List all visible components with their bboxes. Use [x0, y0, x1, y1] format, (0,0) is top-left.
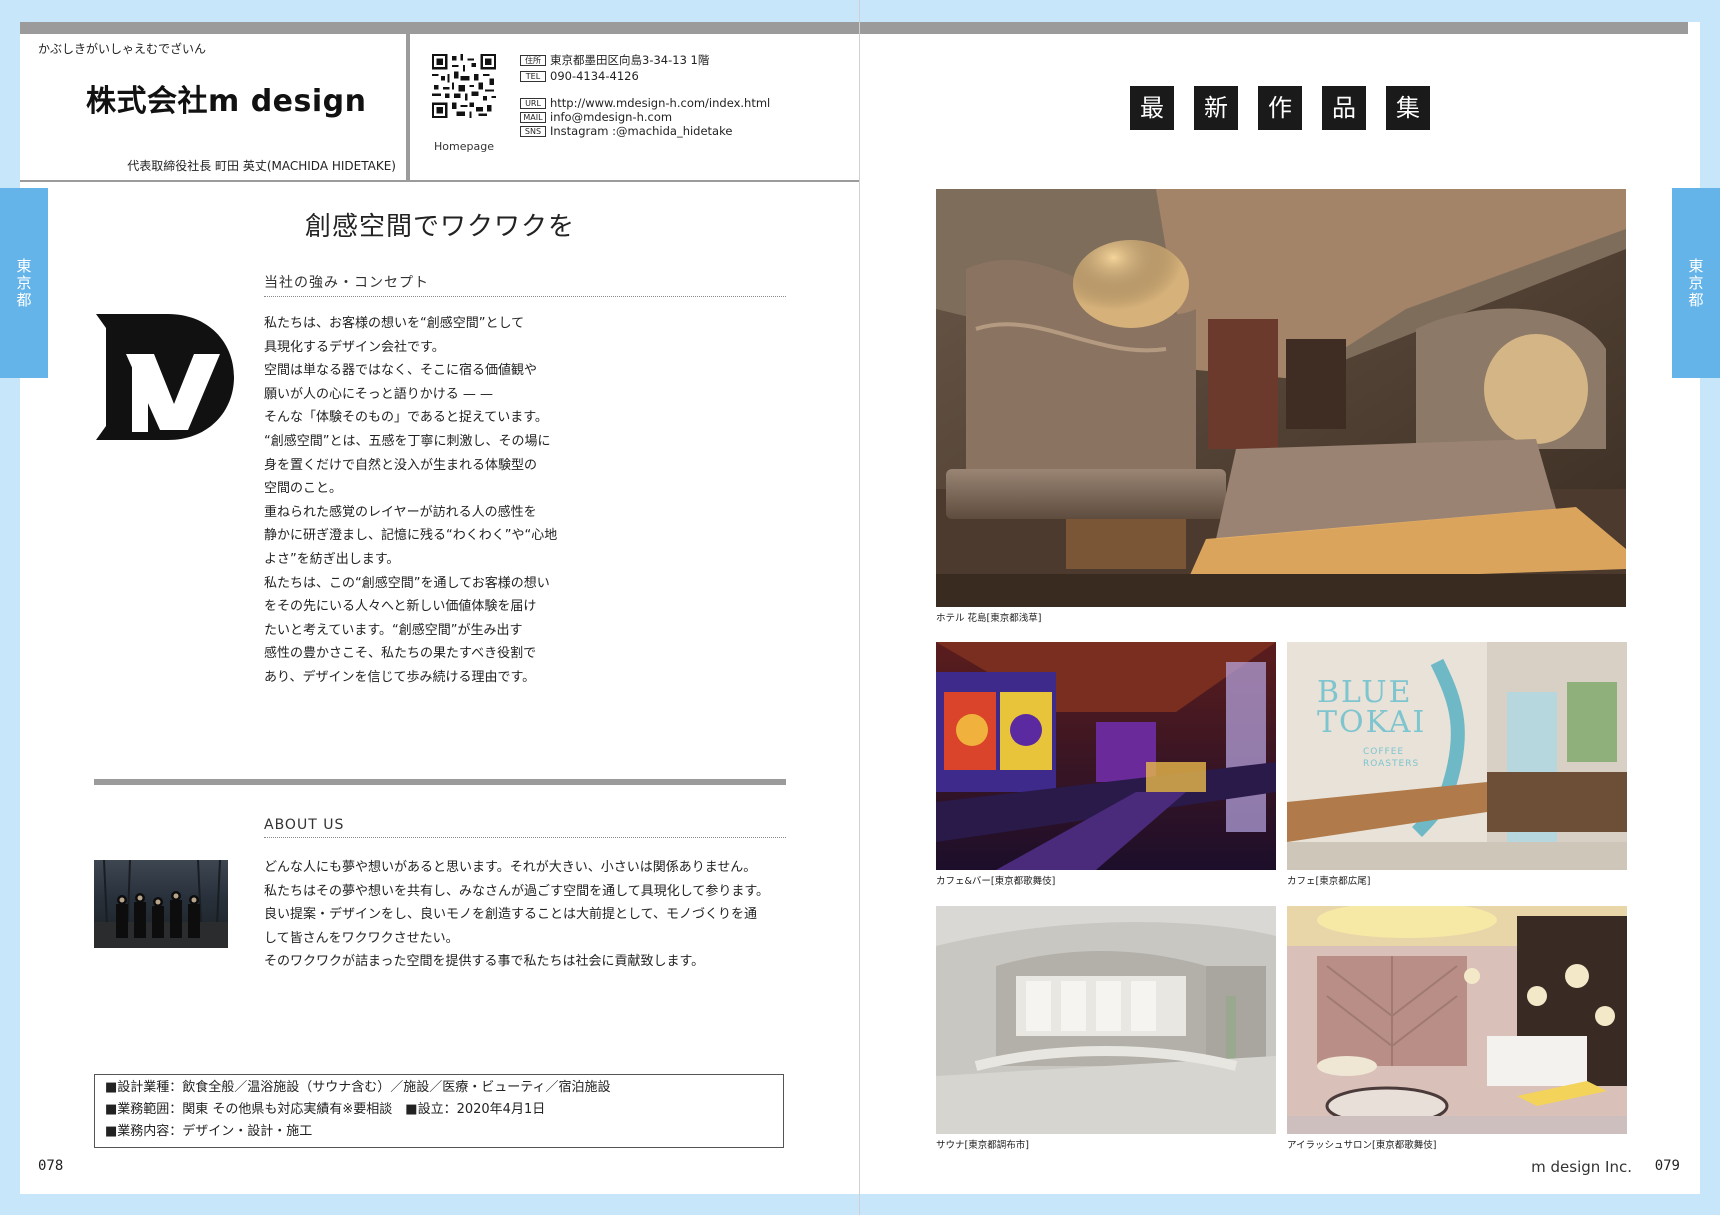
- latest-works-title: 最 新 作 品 集: [1130, 86, 1430, 130]
- company-name-cell: かぶしきがいしゃえむでざいん 株式会社m design 代表取締役社長 町田 英…: [20, 34, 410, 180]
- company-kana: かぶしきがいしゃえむでざいん: [38, 42, 207, 56]
- region-tab-left: 東京都: [0, 188, 48, 378]
- caption-sauna: サウナ[東京都調布市]: [936, 1140, 1029, 1151]
- title-char: 作: [1258, 86, 1302, 130]
- page-number-left: 078: [38, 1158, 64, 1174]
- caption-hotel: ホテル 花島[東京都浅草]: [936, 613, 1042, 624]
- info-mail: MAIL info@mdesign-h.com: [520, 110, 672, 124]
- concept-text: 私たちは、お客様の想いを“創感空間”として 具現化するデザイン会社です。 空間は…: [264, 316, 558, 685]
- right-page: 最 新 作 品 集 ホテル 花島[東京都浅草] カフェ&バー[東京都歌舞伎] B…: [860, 22, 1700, 1194]
- representative: 代表取締役社長 町田 英丈(MACHIDA HIDETAKE): [127, 159, 396, 173]
- info-value[interactable]: 090-4134-4126: [550, 69, 639, 83]
- left-page: かぶしきがいしゃえむでざいん 株式会社m design 代表取締役社長 町田 英…: [20, 22, 860, 1194]
- info-tag: 住所: [520, 55, 546, 66]
- sign-line-3: COFFEE: [1363, 747, 1405, 757]
- info-tag: TEL: [520, 71, 546, 82]
- qr-label: Homepage: [434, 140, 494, 153]
- hotel-photo: [936, 189, 1626, 607]
- company-header: かぶしきがいしゃえむでざいん 株式会社m design 代表取締役社長 町田 英…: [20, 34, 860, 182]
- concept-title: 当社の強み・コンセプト: [264, 272, 786, 297]
- team-photo: [94, 860, 228, 948]
- region-tab-right: 東京都: [1672, 188, 1720, 378]
- info-sns: SNS Instagram :@machida_hidetake: [520, 124, 732, 138]
- sign-line-1: BLUE: [1317, 675, 1413, 710]
- info-value[interactable]: info@mdesign-h.com: [550, 110, 672, 124]
- salon-photo: [1287, 906, 1627, 1134]
- info-value[interactable]: http://www.mdesign-h.com/index.html: [550, 96, 770, 110]
- section-divider: [94, 779, 786, 785]
- qr-code-icon[interactable]: [432, 54, 496, 118]
- company-name: 株式会社m design: [86, 84, 367, 119]
- page-number-right: 079: [1654, 1158, 1680, 1174]
- info-tag: URL: [520, 98, 546, 109]
- spec-line: ■業務範囲：関東 その他県も対応実績有※要相談 ■設立：2020年4月1日: [105, 1102, 546, 1117]
- info-value: 東京都墨田区向島3-34-13 1階: [550, 53, 710, 67]
- about-title: ABOUT US: [264, 817, 786, 838]
- title-char: 最: [1130, 86, 1174, 130]
- company-logo-icon: [96, 314, 234, 440]
- info-tag: MAIL: [520, 112, 546, 123]
- info-address: 住所 東京都墨田区向島3-34-13 1階: [520, 52, 709, 68]
- spec-line: ■業務内容：デザイン・設計・施工: [105, 1124, 313, 1139]
- sauna-photo: [936, 906, 1276, 1134]
- page-spine: [859, 0, 860, 1215]
- info-value[interactable]: Instagram :@machida_hidetake: [550, 124, 732, 138]
- sign-line-2: TOKAI: [1317, 705, 1427, 740]
- title-char: 新: [1194, 86, 1238, 130]
- info-tag: SNS: [520, 126, 546, 137]
- info-url: URL http://www.mdesign-h.com/index.html: [520, 96, 770, 110]
- top-bar: [20, 22, 860, 34]
- about-text: どんな人にも夢や想いがあると思います。それが大きい、小さいは関係ありません。 私…: [264, 860, 770, 970]
- page-headline: 創感空間でワクワクを: [304, 212, 575, 242]
- spec-line: ■設計業種：飲食全般／温浴施設（サウナ含む）／施設／医療・ビューティ／宿泊施設: [105, 1080, 611, 1095]
- sign-line-4: ROASTERS: [1363, 759, 1420, 769]
- top-bar: [860, 22, 1688, 34]
- caption-salon: アイラッシュサロン[東京都歌舞伎]: [1287, 1140, 1437, 1151]
- spec-box: ■設計業種：飲食全般／温浴施設（サウナ含む）／施設／医療・ビューティ／宿泊施設 …: [94, 1074, 784, 1148]
- footer-company-name: m design Inc.: [1531, 1158, 1632, 1176]
- cafe-bar-photo: [936, 642, 1276, 870]
- title-char: 集: [1386, 86, 1430, 130]
- caption-cafe-bar: カフェ&バー[東京都歌舞伎]: [936, 876, 1056, 887]
- cafe-photo: BLUE TOKAI COFFEE ROASTERS: [1287, 642, 1627, 870]
- title-char: 品: [1322, 86, 1366, 130]
- caption-cafe: カフェ[東京都広尾]: [1287, 876, 1371, 887]
- info-tel: TEL 090-4134-4126: [520, 69, 639, 83]
